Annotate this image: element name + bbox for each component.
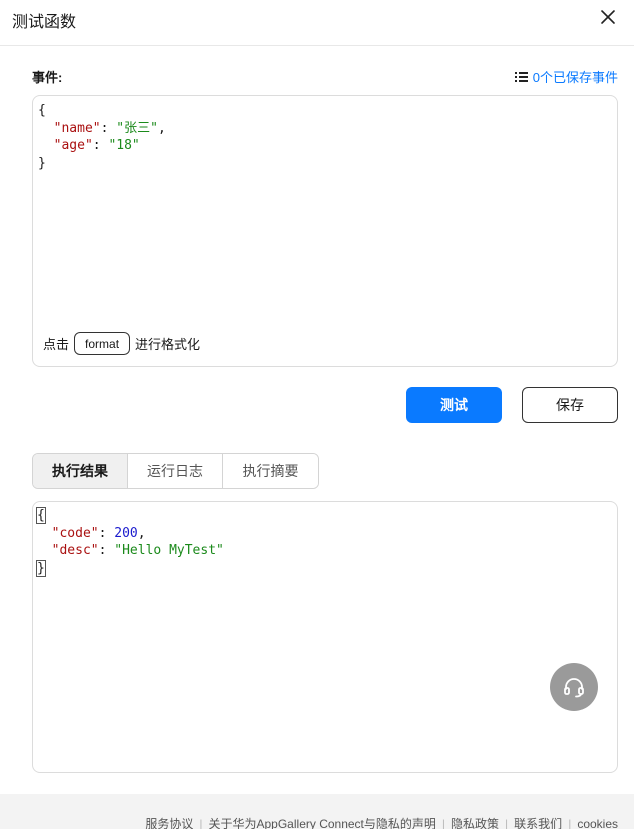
footer-divider: |: [505, 816, 509, 829]
event-editor[interactable]: { "name": "张三", "age": "18" } 点击 format …: [32, 95, 618, 367]
result-brace-open: {: [36, 507, 46, 524]
format-button[interactable]: format: [74, 332, 131, 355]
format-suffix: 进行格式化: [135, 337, 201, 352]
footer-links: 服务协议 | 关于华为AppGallery Connect与隐私的声明 | 隐私…: [145, 815, 618, 829]
code-brace-close: }: [38, 155, 46, 171]
test-button[interactable]: 测试: [406, 387, 502, 423]
save-button[interactable]: 保存: [522, 387, 618, 423]
result-brace-close: }: [36, 559, 46, 577]
event-code: { "name": "张三", "age": "18" }: [38, 103, 166, 171]
footer-link-contact[interactable]: 联系我们: [514, 815, 562, 829]
result-value-code: 200: [114, 525, 138, 541]
code-key-age: "age": [53, 138, 93, 153]
code-value-name: "张三": [116, 120, 158, 136]
footer-link-privacy-statement[interactable]: 关于华为AppGallery Connect与隐私的声明: [209, 815, 436, 829]
list-icon: [514, 71, 528, 83]
tab-execution-summary[interactable]: 执行摘要: [223, 454, 318, 488]
result-value-desc: "Hello MyTest": [114, 543, 224, 558]
tab-run-log[interactable]: 运行日志: [128, 454, 223, 488]
event-label: 事件:: [32, 70, 63, 85]
footer: 服务协议 | 关于华为AppGallery Connect与隐私的声明 | 隐私…: [0, 794, 634, 829]
close-icon[interactable]: [598, 7, 618, 27]
saved-events-link[interactable]: 0个已保存事件: [514, 67, 618, 86]
result-panel[interactable]: { "code": 200, "desc": "Hello MyTest" }: [32, 501, 618, 773]
result-key-code: "code": [51, 525, 99, 541]
code-value-age: "18": [108, 138, 140, 153]
dialog-title: 测试函数: [12, 14, 77, 31]
format-prefix: 点击: [43, 337, 70, 352]
footer-link-terms[interactable]: 服务协议: [145, 815, 193, 829]
footer-divider: |: [199, 816, 203, 829]
format-hint: 点击 format 进行格式化: [43, 332, 200, 355]
result-key-desc: "desc": [51, 543, 99, 558]
dialog-header: 测试函数: [0, 0, 634, 46]
footer-divider: |: [441, 816, 446, 829]
headset-icon[interactable]: [550, 663, 598, 711]
footer-link-privacy-policy[interactable]: 隐私政策: [451, 815, 499, 829]
footer-link-cookies[interactable]: cookies: [577, 817, 618, 829]
code-brace-open: {: [38, 103, 46, 118]
code-key-name: "name": [53, 120, 101, 136]
tab-execution-result[interactable]: 执行结果: [33, 454, 128, 488]
footer-divider: |: [568, 816, 572, 829]
result-tabs: 执行结果 运行日志 执行摘要: [32, 453, 319, 489]
saved-events-label: 0个已保存事件: [532, 70, 618, 85]
result-code: { "code": 200, "desc": "Hello MyTest" }: [36, 507, 224, 577]
